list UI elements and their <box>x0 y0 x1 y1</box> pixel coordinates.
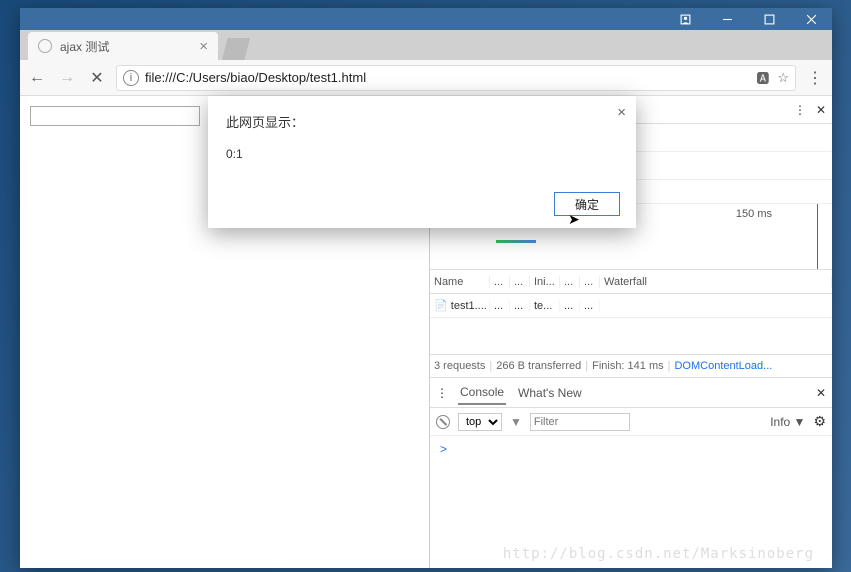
reload-stop-button[interactable]: ✕ <box>86 68 108 88</box>
window-titlebar <box>20 8 832 30</box>
timeline-tick: 150 ms <box>736 208 772 220</box>
drawer-tab-console[interactable]: Console <box>458 381 506 405</box>
address-bar[interactable]: i file:///C:/Users/biao/Desktop/test1.ht… <box>116 65 796 91</box>
browser-window: ajax 测试 × ← → ✕ i file:///C:/Users/biao/… <box>20 8 832 568</box>
translate-icon[interactable]: 🅰 <box>756 68 769 87</box>
network-grid-header: Name ... ... Ini... ... ... Waterfall <box>430 270 832 294</box>
col-dots[interactable]: ... <box>510 276 530 288</box>
console-settings-icon[interactable]: ⚙ <box>813 413 826 430</box>
forward-button[interactable]: → <box>56 69 78 87</box>
toolbar: ← → ✕ i file:///C:/Users/biao/Desktop/te… <box>20 60 832 96</box>
menu-button[interactable]: ⋮ <box>804 68 826 88</box>
devtools-menu-icon[interactable]: ⋮ <box>794 103 806 117</box>
console-filter-input[interactable] <box>530 413 630 431</box>
drawer-close-icon[interactable]: ✕ <box>816 386 826 400</box>
cell: ... <box>490 300 510 312</box>
devtools-close-icon[interactable]: ✕ <box>816 103 826 117</box>
table-row[interactable]: 📄 test1.... ... ... te... ... ... <box>430 294 832 318</box>
col-dots[interactable]: ... <box>560 276 580 288</box>
col-initiator[interactable]: Ini... <box>530 276 560 288</box>
timeline-bar <box>496 240 536 243</box>
url-text: file:///C:/Users/biao/Desktop/test1.html <box>145 70 366 85</box>
drawer-tab-whatsnew[interactable]: What's New <box>516 382 584 404</box>
console-level[interactable]: Info ▼ <box>770 415 805 429</box>
site-info-icon[interactable]: i <box>123 70 139 86</box>
console-prompt: > <box>440 442 447 456</box>
cursor-icon: ➤ <box>568 211 580 228</box>
dialog-ok-button[interactable]: 确定 ➤ <box>554 192 620 216</box>
favicon-placeholder <box>38 39 52 53</box>
bookmark-star-icon[interactable]: ☆ <box>777 70 789 86</box>
cell-name: 📄 test1.... <box>430 299 490 312</box>
dialog-message: 0:1 <box>226 147 618 161</box>
user-icon[interactable] <box>664 8 706 30</box>
maximize-button[interactable] <box>748 8 790 30</box>
close-window-button[interactable] <box>790 8 832 30</box>
tab-close-icon[interactable]: × <box>199 38 208 55</box>
console-body[interactable]: > <box>430 436 832 568</box>
browser-tab[interactable]: ajax 测试 × <box>28 32 218 60</box>
drawer-menu-icon[interactable]: ⋮ <box>436 386 448 400</box>
col-name[interactable]: Name <box>430 276 490 288</box>
tab-strip: ajax 测试 × <box>20 30 832 60</box>
page-text-input[interactable] <box>30 106 200 126</box>
status-domcontentloaded: DOMContentLoad... <box>674 360 772 372</box>
minimize-button[interactable] <box>706 8 748 30</box>
network-status-bar: 3 requests| 266 B transferred| Finish: 1… <box>430 354 832 378</box>
cell: ... <box>510 300 530 312</box>
status-transferred: 266 B transferred <box>496 360 581 372</box>
col-dots[interactable]: ... <box>490 276 510 288</box>
cell-initiator: te... <box>530 300 560 312</box>
status-requests: 3 requests <box>434 360 485 372</box>
status-finish: Finish: 141 ms <box>592 360 664 372</box>
tab-title: ajax 测试 <box>60 38 109 55</box>
col-dots[interactable]: ... <box>580 276 600 288</box>
dialog-title: 此网页显示： <box>226 112 618 131</box>
new-tab-button[interactable] <box>222 38 250 60</box>
dialog-close-icon[interactable]: × <box>617 104 626 121</box>
clear-console-icon[interactable] <box>436 415 450 429</box>
console-context-select[interactable]: top <box>458 413 502 431</box>
alert-dialog: × 此网页显示： 0:1 确定 ➤ <box>208 96 636 228</box>
console-toolbar: top ▼ Info ▼ ⚙ <box>430 408 832 436</box>
col-waterfall[interactable]: Waterfall <box>600 276 832 288</box>
drawer-tabstrip: ⋮ Console What's New ✕ <box>430 378 832 408</box>
back-button[interactable]: ← <box>26 69 48 87</box>
cell: ... <box>580 300 600 312</box>
timeline-load-line <box>817 204 818 269</box>
cell: ... <box>560 300 580 312</box>
